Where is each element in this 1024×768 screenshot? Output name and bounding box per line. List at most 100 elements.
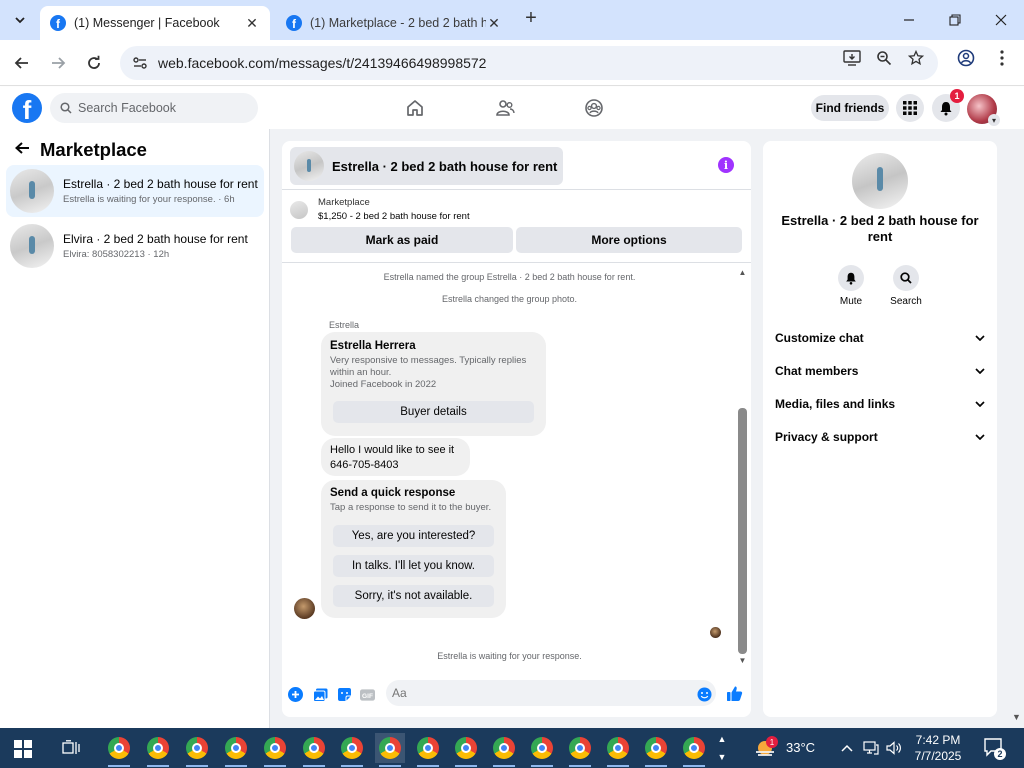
taskbar-chrome-window-button[interactable] — [489, 733, 519, 767]
taskbar-chrome-window-button[interactable] — [679, 733, 709, 767]
chat-title: Estrella · 2 bed 2 bath house for rent — [332, 158, 558, 174]
photo-icon[interactable] — [313, 687, 328, 702]
chat-scrollbar[interactable]: ▲ ▼ — [738, 268, 747, 668]
site-info-icon[interactable] — [130, 53, 150, 73]
back-arrow-icon[interactable] — [14, 140, 30, 161]
quick-response-title: Send a quick response — [330, 487, 456, 499]
scroll-up-arrow-icon[interactable]: ▲ — [738, 268, 747, 277]
chat-header-button[interactable]: Estrella · 2 bed 2 bath house for rent — [290, 147, 564, 185]
friends-nav-button[interactable] — [494, 97, 516, 119]
taskbar-chrome-window-button[interactable] — [182, 733, 212, 767]
conversation-item-estrella[interactable]: Estrella · 2 bed 2 bath house for rent E… — [6, 165, 264, 217]
bookmark-star-icon[interactable] — [906, 48, 926, 68]
tab-title: (1) Marketplace - 2 bed 2 bath h — [310, 16, 486, 30]
zoom-icon[interactable] — [874, 48, 894, 68]
task-view-icon[interactable] — [60, 738, 82, 758]
taskbar-chrome-window-button[interactable] — [413, 733, 443, 767]
message-input[interactable] — [386, 680, 716, 706]
groups-nav-button[interactable] — [583, 97, 605, 119]
customize-chat-section[interactable]: Customize chat — [775, 328, 985, 348]
running-indicator — [493, 765, 515, 767]
taskbar-chrome-window-button[interactable] — [260, 733, 290, 767]
menu-button[interactable] — [896, 94, 924, 122]
back-button[interactable] — [9, 50, 35, 76]
facebook-logo-icon[interactable]: f — [12, 93, 42, 123]
network-icon[interactable] — [862, 740, 880, 756]
volume-icon[interactable] — [885, 740, 903, 756]
taskbar-chrome-window-button[interactable] — [451, 733, 481, 767]
running-indicator — [455, 765, 477, 767]
search-in-conversation-button[interactable]: Search — [881, 265, 931, 307]
like-thumbs-up-icon[interactable] — [726, 685, 743, 702]
running-indicator — [379, 765, 401, 767]
marketplace-conversations-panel: Marketplace Estrella · 2 bed 2 bath hous… — [0, 129, 270, 728]
account-chevron-icon[interactable]: ▾ — [988, 114, 1000, 126]
browser-menu-icon[interactable] — [992, 48, 1012, 68]
page-scroll-down-arrow-icon[interactable]: ▼ — [1012, 712, 1021, 722]
address-bar[interactable]: web.facebook.com/messages/t/241394664989… — [120, 46, 938, 80]
quick-response-option-yes[interactable]: Yes, are you interested? — [333, 525, 494, 547]
find-friends-button[interactable]: Find friends — [811, 95, 889, 121]
taskbar-chrome-window-button[interactable] — [143, 733, 173, 767]
home-nav-button[interactable] — [404, 97, 426, 119]
facebook-search-input[interactable]: Search Facebook — [50, 93, 258, 123]
install-app-icon[interactable] — [842, 48, 862, 68]
forward-button[interactable] — [45, 50, 71, 76]
taskbar-chrome-window-button[interactable] — [641, 733, 671, 767]
taskbar-chrome-window-button[interactable] — [375, 733, 405, 767]
minimize-window-button[interactable] — [895, 6, 923, 34]
chrome-icon — [303, 737, 325, 759]
tab-close-icon[interactable]: ✕ — [244, 15, 260, 31]
quick-response-option-not-available[interactable]: Sorry, it's not available. — [333, 585, 494, 607]
quick-response-option-in-talks[interactable]: In talks. I'll let you know. — [333, 555, 494, 577]
media-files-links-section[interactable]: Media, files and links — [775, 394, 985, 414]
profile-account-icon[interactable] — [956, 48, 976, 68]
tab-search-dropdown-button[interactable] — [8, 8, 32, 32]
taskbar-chrome-window-button[interactable] — [299, 733, 329, 767]
running-indicator — [645, 765, 667, 767]
scrollbar-thumb[interactable] — [738, 408, 747, 654]
plus-icon[interactable] — [288, 687, 303, 702]
message-text: Hello I would like to see it — [330, 444, 455, 456]
taskbar-chrome-window-button[interactable] — [603, 733, 633, 767]
windows-start-icon[interactable] — [14, 740, 32, 758]
close-window-button[interactable] — [987, 6, 1015, 34]
taskbar-chrome-window-button[interactable] — [337, 733, 367, 767]
seen-receipt-avatar — [710, 627, 721, 638]
emoji-icon[interactable] — [697, 687, 712, 702]
browser-toolbar: web.facebook.com/messages/t/241394664989… — [0, 40, 1024, 86]
more-options-button[interactable]: More options — [516, 227, 742, 253]
buyer-details-button[interactable]: Buyer details — [333, 401, 534, 423]
scroll-down-arrow-icon[interactable]: ▼ — [738, 656, 747, 665]
reload-button[interactable] — [81, 50, 107, 76]
chat-members-section[interactable]: Chat members — [775, 361, 985, 381]
mark-as-paid-button[interactable]: Mark as paid — [291, 227, 513, 253]
listing-summary[interactable]: Marketplace $1,250 - 2 bed 2 bath house … — [290, 197, 470, 222]
listing-thumbnail — [290, 200, 308, 219]
system-clock[interactable]: 7:42 PM 7/7/2025 — [908, 732, 968, 764]
taskbar-chrome-window-button[interactable] — [104, 733, 134, 767]
taskbar-chrome-window-button[interactable] — [565, 733, 595, 767]
running-indicator — [147, 765, 169, 767]
show-hidden-icons-icon[interactable] — [838, 740, 856, 756]
mute-button[interactable]: Mute — [826, 265, 876, 307]
conversation-item-elvira[interactable]: Elvira · 2 bed 2 bath house for rent Elv… — [6, 220, 264, 272]
tab-close-icon[interactable]: ✕ — [486, 15, 502, 31]
buyer-joined: Joined Facebook in 2022 — [330, 379, 437, 390]
tab-marketplace[interactable]: f (1) Marketplace - 2 bed 2 bath h ✕ — [276, 6, 512, 40]
listing-avatar — [10, 169, 54, 213]
tab-title: (1) Messenger | Facebook — [74, 16, 220, 30]
taskbar-overflow-arrows[interactable]: ▲ ▼ — [716, 730, 728, 766]
taskbar-chrome-window-button[interactable] — [527, 733, 557, 767]
tab-messenger[interactable]: f (1) Messenger | Facebook ✕ — [40, 6, 270, 40]
running-indicator — [264, 765, 286, 767]
message-bubble: Hello I would like to see it 646-705-840… — [321, 438, 470, 476]
restore-window-button[interactable] — [941, 6, 969, 34]
privacy-support-section[interactable]: Privacy & support — [775, 427, 985, 447]
sticker-icon[interactable] — [337, 687, 352, 702]
conversation-info-icon[interactable]: i — [718, 157, 734, 173]
temperature-text[interactable]: 33°C — [786, 740, 815, 755]
taskbar-chrome-window-button[interactable] — [221, 733, 251, 767]
gif-icon[interactable]: GIF — [360, 687, 375, 702]
new-tab-button[interactable]: + — [520, 8, 542, 30]
